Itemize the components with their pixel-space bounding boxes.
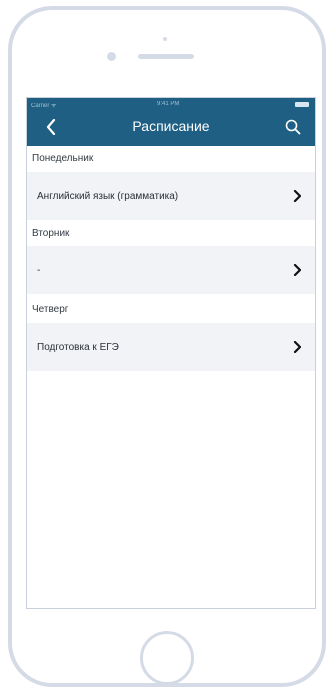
chevron-right-icon	[293, 341, 301, 353]
camera-icon	[107, 52, 116, 61]
speaker-grille	[138, 54, 194, 59]
carrier-label: Carrier ᯤ	[31, 103, 57, 109]
status-time: 9:41 PM	[157, 101, 180, 107]
lesson-label: Английский язык (грамматика)	[37, 190, 179, 202]
home-button[interactable]	[140, 631, 194, 685]
status-bar: Carrier ᯤ 9:41 PM	[27, 98, 315, 112]
navbar: Carrier ᯤ 9:41 PM Расписание	[27, 98, 315, 146]
search-icon	[285, 119, 301, 135]
back-button[interactable]	[39, 114, 63, 140]
day-header-tuesday: Вторник	[32, 228, 70, 239]
lesson-label: Подготовка к ЕГЭ	[37, 341, 119, 353]
chevron-right-icon	[293, 190, 301, 202]
search-button[interactable]	[281, 115, 305, 139]
app-screen: Carrier ᯤ 9:41 PM Расписание Понедельник…	[26, 97, 316, 609]
lesson-label: -	[37, 264, 41, 276]
day-header-monday: Понедельник	[32, 153, 94, 164]
front-sensor	[163, 37, 167, 41]
battery-icon	[295, 102, 309, 107]
schedule-row-thursday[interactable]: Подготовка к ЕГЭ	[27, 323, 315, 371]
chevron-left-icon	[46, 119, 56, 135]
schedule-row-tuesday[interactable]: -	[27, 246, 315, 294]
chevron-right-icon	[293, 264, 301, 276]
day-header-thursday: Четверг	[32, 304, 69, 315]
schedule-row-monday[interactable]: Английский язык (грамматика)	[27, 172, 315, 220]
page-title: Расписание	[132, 118, 210, 134]
